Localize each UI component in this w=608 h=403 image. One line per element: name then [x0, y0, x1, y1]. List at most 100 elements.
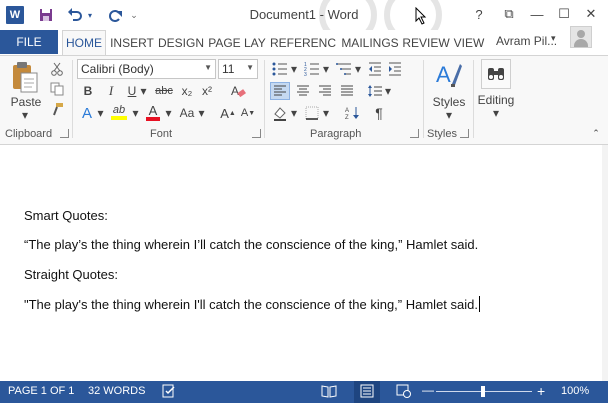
text-effects-dropdown-icon[interactable]: ▾ [96, 106, 105, 120]
strikethrough-button[interactable]: abc [153, 82, 175, 100]
avatar[interactable] [570, 26, 592, 48]
underline-dropdown-icon[interactable]: ▾ [139, 84, 148, 98]
zoom-slider-thumb[interactable] [481, 386, 485, 397]
font-group-label: Font [150, 128, 173, 140]
font-size-combo[interactable]: 11 ▼ [218, 59, 258, 79]
zoom-in-button[interactable]: + [537, 383, 545, 399]
shading-icon[interactable] [270, 104, 290, 122]
collapse-ribbon-icon[interactable]: ⌃ [590, 128, 602, 138]
font-name-combo[interactable]: Calibri (Body) ▼ [77, 59, 216, 79]
copy-icon[interactable] [48, 80, 66, 98]
tab-view[interactable]: VIEW [451, 30, 487, 55]
paragraph-launcher-icon[interactable] [410, 129, 419, 138]
subscript-button[interactable]: x₂ [178, 82, 196, 100]
paste-icon[interactable] [10, 60, 40, 94]
sort-icon[interactable]: AZ [344, 104, 362, 122]
close-button[interactable]: ✕ [580, 4, 602, 24]
highlight-dropdown-icon[interactable]: ▾ [131, 106, 140, 120]
text-cursor [478, 296, 480, 312]
multilevel-list-icon[interactable] [334, 60, 354, 78]
mouse-pointer-icon [415, 6, 427, 28]
change-case-button[interactable]: Aa [176, 104, 198, 122]
font-color-dropdown-icon[interactable]: ▾ [164, 106, 173, 120]
bullets-icon[interactable] [270, 60, 290, 78]
zoom-out-button[interactable]: — [422, 383, 434, 397]
shading-dropdown-icon[interactable]: ▾ [290, 106, 298, 120]
document-line-3: Straight Quotes: [24, 267, 118, 282]
text-effects-button[interactable]: A [78, 104, 96, 122]
underline-button[interactable]: U [124, 82, 140, 100]
line-spacing-icon[interactable] [366, 82, 384, 100]
italic-button[interactable]: I [103, 82, 119, 100]
svg-text:A: A [231, 84, 239, 98]
proofing-icon[interactable] [162, 384, 176, 398]
svg-text:3: 3 [304, 72, 307, 76]
tab-home[interactable]: HOME [62, 30, 106, 56]
bullets-dropdown-icon[interactable]: ▾ [290, 62, 298, 76]
font-name-dropdown-icon[interactable]: ▼ [204, 63, 212, 72]
tab-page-layout[interactable]: PAGE LAY [206, 30, 268, 55]
bold-button[interactable]: B [80, 82, 96, 100]
clear-formatting-icon[interactable]: A [228, 81, 248, 101]
show-formatting-marks-button[interactable]: ¶ [370, 104, 388, 122]
superscript-button[interactable]: x² [198, 82, 216, 100]
align-center-icon[interactable] [293, 82, 313, 100]
numbering-icon[interactable]: 123 [302, 60, 322, 78]
print-layout-icon[interactable] [360, 384, 374, 398]
borders-dropdown-icon[interactable]: ▾ [322, 106, 330, 120]
editing-icon[interactable] [481, 59, 511, 89]
align-left-icon[interactable] [270, 82, 290, 100]
ribbon: Paste ▾ Clipboard Calibri (Body) ▼ 11 ▼ … [0, 55, 608, 145]
cut-icon[interactable] [48, 60, 66, 78]
font-name-value: Calibri (Body) [81, 62, 154, 76]
vertical-scrollbar[interactable] [602, 145, 608, 381]
page-count[interactable]: PAGE 1 OF 1 [8, 385, 74, 397]
user-name[interactable]: Avram Pil... [496, 34, 557, 48]
line-spacing-dropdown-icon[interactable]: ▾ [384, 84, 392, 98]
tab-design[interactable]: DESIGN [157, 30, 205, 55]
document-line-4: "The play's the thing wherein I'll catch… [24, 296, 480, 312]
styles-icon[interactable]: A [436, 60, 462, 90]
zoom-level[interactable]: 100% [561, 385, 589, 397]
borders-icon[interactable] [302, 104, 322, 122]
format-painter-icon[interactable] [48, 100, 66, 118]
change-case-dropdown-icon[interactable]: ▾ [197, 106, 206, 120]
styles-group-label: Styles [427, 128, 457, 140]
decrease-indent-icon[interactable] [366, 60, 384, 78]
help-button[interactable]: ? [468, 4, 490, 24]
user-dropdown-icon[interactable]: ▾ [551, 33, 556, 44]
read-mode-icon[interactable] [321, 384, 337, 398]
web-layout-icon[interactable] [396, 384, 412, 398]
increase-indent-icon[interactable] [386, 60, 404, 78]
tab-mailings[interactable]: MAILINGS [339, 30, 401, 55]
font-size-dropdown-icon[interactable]: ▼ [246, 63, 254, 72]
font-color-button[interactable]: A [143, 102, 163, 122]
align-right-icon[interactable] [315, 82, 335, 100]
styles-launcher-icon[interactable] [460, 129, 469, 138]
highlight-button[interactable]: ab [108, 102, 130, 122]
tab-review[interactable]: REVIEW [402, 30, 450, 55]
clipboard-group-label: Clipboard [5, 128, 53, 140]
document-page[interactable]: Smart Quotes: “The play’s the thing wher… [0, 145, 608, 381]
clipboard-launcher-icon[interactable] [60, 129, 69, 138]
maximize-button[interactable]: ☐ [553, 4, 575, 24]
svg-text:Z: Z [345, 115, 349, 120]
tab-references[interactable]: REFERENC [270, 30, 336, 55]
tab-insert[interactable]: INSERT [108, 30, 156, 55]
ribbon-display-button[interactable]: ⧉ [498, 4, 520, 24]
grow-font-button[interactable]: A ▲ [220, 104, 236, 122]
word-count[interactable]: 32 WORDS [88, 385, 145, 397]
svg-text:A: A [436, 62, 451, 87]
minimize-button[interactable]: — [526, 4, 548, 24]
styles-dropdown-icon[interactable]: ▾ [442, 108, 456, 122]
document-line-2: “The play’s the thing wherein I’ll catch… [24, 237, 479, 252]
multilevel-dropdown-icon[interactable]: ▾ [354, 62, 362, 76]
font-size-value: 11 [222, 62, 235, 76]
shrink-font-button[interactable]: A ▼ [240, 104, 256, 122]
font-launcher-icon[interactable] [252, 129, 261, 138]
editing-dropdown-icon[interactable]: ▾ [489, 106, 503, 120]
justify-icon[interactable] [337, 82, 357, 100]
paste-dropdown-icon[interactable]: ▾ [18, 108, 32, 122]
numbering-dropdown-icon[interactable]: ▾ [322, 62, 330, 76]
tab-file[interactable]: FILE [0, 30, 58, 54]
